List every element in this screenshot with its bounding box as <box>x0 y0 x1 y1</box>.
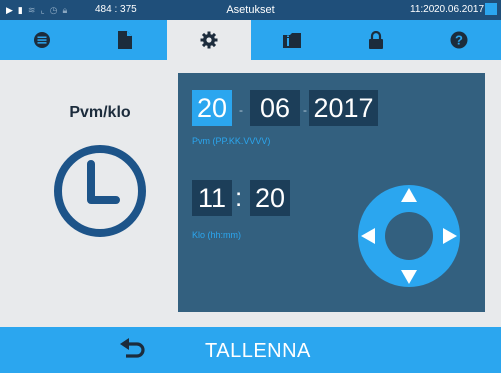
day-field[interactable]: 20 <box>192 90 232 126</box>
month-field[interactable]: 06 <box>250 90 300 126</box>
svg-text:?: ? <box>455 33 463 48</box>
tab-bar: ? <box>0 20 501 60</box>
info-folder-icon <box>283 33 302 48</box>
tab-menu[interactable] <box>0 20 84 60</box>
tab-help[interactable]: ? <box>418 20 501 60</box>
tab-documents[interactable] <box>84 20 168 60</box>
gear-icon <box>200 31 218 49</box>
tab-settings[interactable] <box>167 20 251 60</box>
clock-icon <box>54 145 146 237</box>
year-field[interactable]: 2017 <box>309 90 378 126</box>
status-time: 11:20 <box>410 4 435 15</box>
back-arrow-icon[interactable] <box>120 338 146 360</box>
page-title: Pvm/klo <box>69 104 131 121</box>
time-format-hint: Klo (hh:mm) <box>192 230 242 240</box>
date-separator: - <box>239 103 243 117</box>
help-icon: ? <box>450 31 468 49</box>
footer-bar: TALLENNA <box>0 327 501 373</box>
save-button[interactable]: TALLENNA <box>205 340 311 363</box>
time-separator: : <box>235 182 243 212</box>
menu-list-icon <box>33 32 50 48</box>
date-separator: - <box>303 103 307 117</box>
hours-field[interactable]: 11 <box>192 180 232 216</box>
direction-pad <box>358 185 460 287</box>
document-icon <box>118 31 133 49</box>
connection-icon <box>485 3 497 15</box>
status-bar: ▶ ▮ ≋ ⌞ ◷ 🔒︎ 484 : 375 Asetukset 11:20 2… <box>0 0 501 20</box>
tab-lock[interactable] <box>334 20 418 60</box>
tab-info[interactable] <box>251 20 335 60</box>
status-date: 20.06.2017 <box>434 4 485 15</box>
minutes-field[interactable]: 20 <box>250 180 290 216</box>
date-format-hint: Pvm (PP.KK.VVVV) <box>192 136 271 146</box>
lock-icon <box>368 31 383 49</box>
